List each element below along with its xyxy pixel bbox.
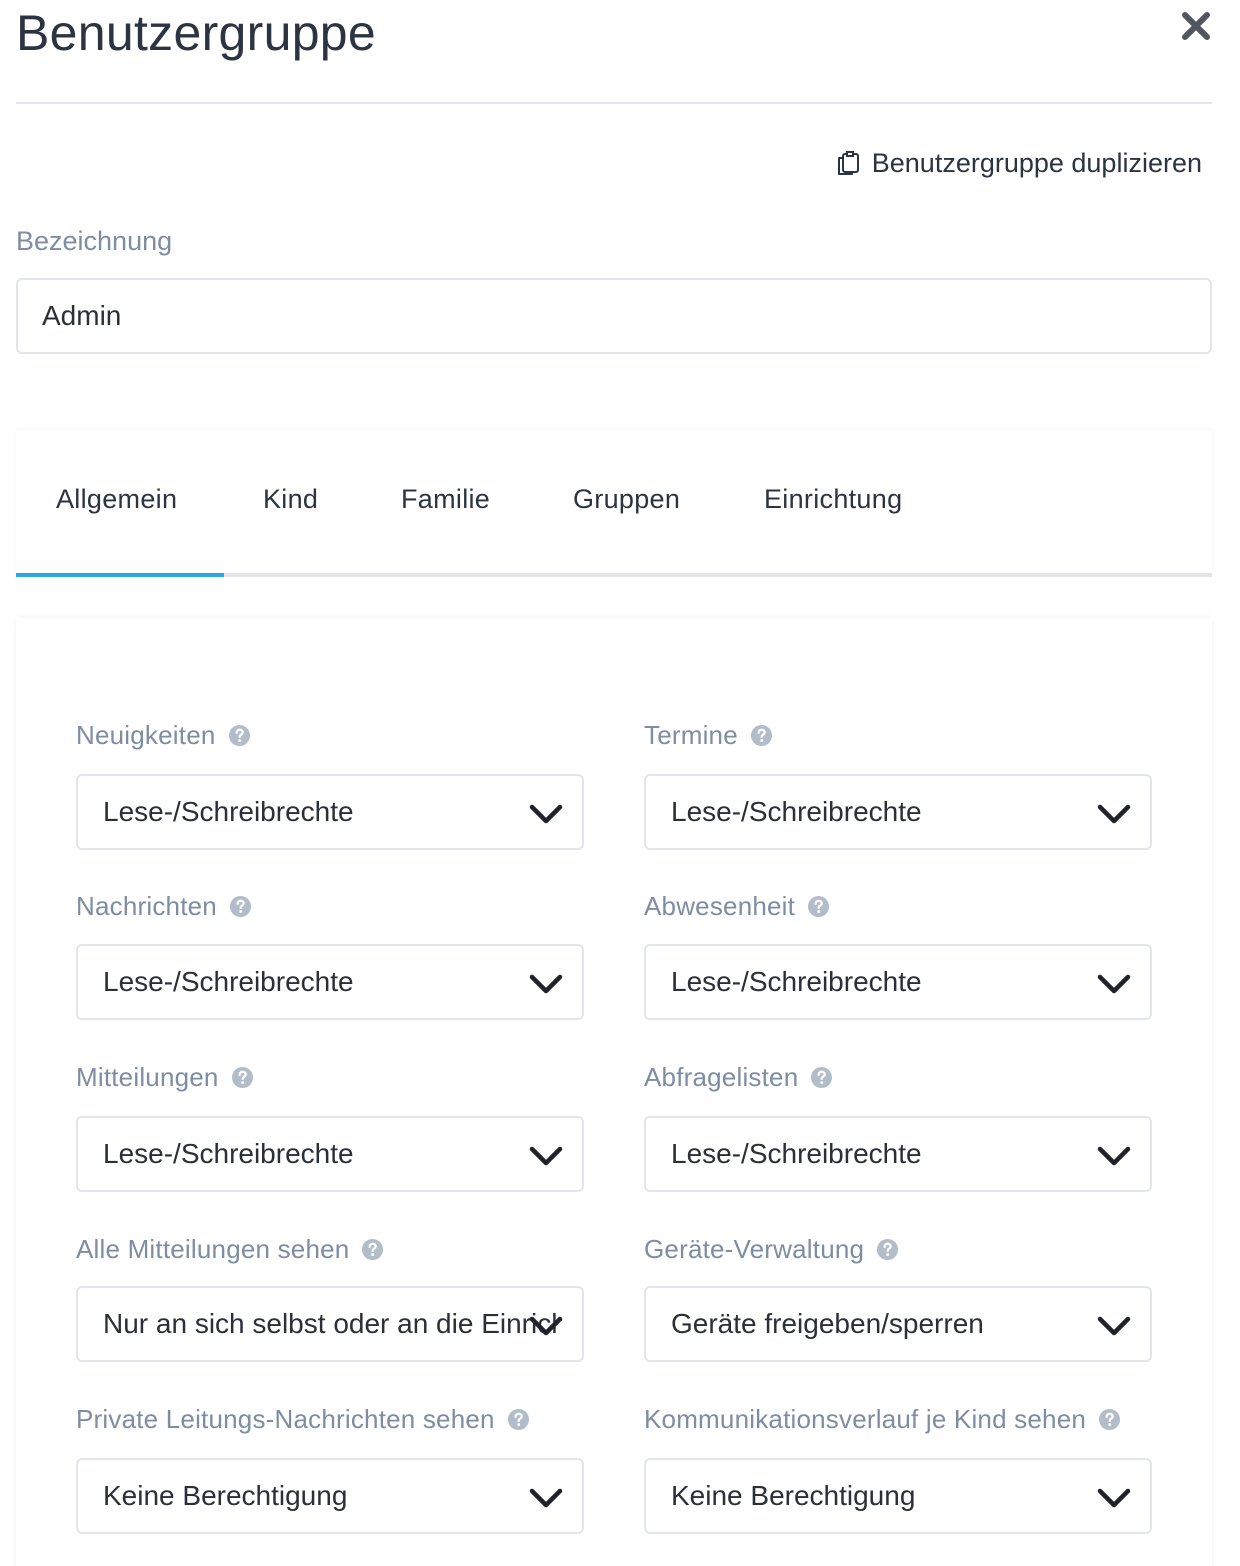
chevron-down-icon [529, 1316, 563, 1336]
permission-label-mitteilungen: Mitteilungen [76, 1062, 254, 1093]
permission-label-text: Nachrichten [76, 891, 217, 921]
permission-label-private-leitungs-nachrichten-sehen: Private Leitungs-Nachrichten sehen [76, 1404, 530, 1435]
help-icon[interactable] [750, 724, 773, 747]
permission-label-text: Mitteilungen [76, 1062, 219, 1092]
duplicate-group-button[interactable]: Benutzergruppe duplizieren [834, 146, 1202, 180]
permission-label-neuigkeiten: Neuigkeiten [76, 720, 251, 751]
permission-select-value: Nur an sich selbst oder an die Einrichtu… [103, 1308, 562, 1339]
chevron-down-icon [1097, 1316, 1131, 1336]
user-group-modal: Benutzergruppe Benutzergruppe dupliziere… [0, 0, 1240, 1566]
permission-label-termine: Termine [644, 720, 773, 751]
permission-select-neuigkeiten[interactable]: Lese-/Schreibrechte [76, 774, 584, 850]
permission-select-termine[interactable]: Lese-/Schreibrechte [644, 774, 1152, 850]
permission-label-text: Kommunikationsverlauf je Kind sehen [644, 1404, 1087, 1434]
close-button[interactable] [1180, 10, 1212, 42]
tab-kind[interactable]: Kind [263, 484, 318, 515]
help-icon[interactable] [1098, 1408, 1121, 1431]
permissions-panel: Neuigkeiten Lese-/Schreibrechte Termine Les… [16, 618, 1212, 1566]
permission-select-value: Lese-/Schreibrechte [671, 796, 922, 827]
help-icon[interactable] [507, 1408, 530, 1431]
permission-label-text: Abfragelisten [644, 1062, 799, 1092]
tab-familie[interactable]: Familie [401, 484, 490, 515]
permission-label-text: Termine [644, 720, 738, 750]
help-icon[interactable] [361, 1238, 384, 1261]
help-icon[interactable] [231, 1066, 254, 1089]
permission-select-value: Lese-/Schreibrechte [103, 1138, 354, 1169]
permission-select-nachrichten[interactable]: Lese-/Schreibrechte [76, 944, 584, 1020]
permission-select-alle-mitteilungen-sehen[interactable]: Nur an sich selbst oder an die Einrichtu… [76, 1286, 584, 1362]
modal-title: Benutzergruppe [16, 5, 377, 61]
tab-gruppen[interactable]: Gruppen [573, 484, 680, 515]
permission-select-mitteilungen[interactable]: Lese-/Schreibrechte [76, 1116, 584, 1192]
chevron-down-icon [1097, 1488, 1131, 1508]
permission-select-value: Lese-/Schreibrechte [671, 1138, 922, 1169]
permission-label-text: Neuigkeiten [76, 720, 216, 750]
permission-label-abwesenheit: Abwesenheit [644, 891, 830, 922]
permission-select-value: Lese-/Schreibrechte [103, 796, 354, 827]
permission-label-text: Alle Mitteilungen sehen [76, 1234, 350, 1264]
help-icon[interactable] [876, 1238, 899, 1261]
chevron-down-icon [1097, 804, 1131, 824]
chevron-down-icon [1097, 1146, 1131, 1166]
help-icon[interactable] [229, 895, 252, 918]
permission-label-geraete-verwaltung: Geräte-Verwaltung [644, 1234, 899, 1265]
help-icon[interactable] [807, 895, 830, 918]
permission-select-value: Keine Berechtigung [103, 1480, 348, 1511]
permission-label-alle-mitteilungen-sehen: Alle Mitteilungen sehen [76, 1234, 384, 1265]
permission-label-text: Private Leitungs-Nachrichten sehen [76, 1404, 495, 1434]
chevron-down-icon [529, 1146, 563, 1166]
permission-label-text: Geräte-Verwaltung [644, 1234, 865, 1264]
permission-select-private-leitungs-nachrichten-sehen[interactable]: Keine Berechtigung [76, 1458, 584, 1534]
chevron-down-icon [1097, 974, 1131, 994]
permission-label-text: Abwesenheit [644, 891, 796, 921]
chevron-down-icon [529, 974, 563, 994]
tab-bar: Allgemein Kind Familie Gruppen Einrichtu… [16, 430, 1212, 578]
name-input[interactable] [16, 278, 1212, 354]
permission-select-value: Keine Berechtigung [671, 1480, 916, 1511]
permission-select-value: Lese-/Schreibrechte [671, 966, 922, 997]
tab-allgemein[interactable]: Allgemein [56, 484, 177, 515]
duplicate-group-label: Benutzergruppe duplizieren [871, 147, 1202, 178]
permission-select-geraete-verwaltung[interactable]: Geräte freigeben/sperren [644, 1286, 1152, 1362]
help-icon[interactable] [810, 1066, 833, 1089]
permission-label-kommunikationsverlauf-je-kind-sehen: Kommunikationsverlauf je Kind sehen [644, 1404, 1121, 1435]
active-tab-indicator [16, 573, 224, 577]
header-divider [16, 102, 1212, 104]
permission-select-value: Lese-/Schreibrechte [103, 966, 354, 997]
permission-select-kommunikationsverlauf-je-kind-sehen[interactable]: Keine Berechtigung [644, 1458, 1152, 1534]
help-icon[interactable] [228, 724, 251, 747]
permission-label-nachrichten: Nachrichten [76, 891, 252, 922]
tab-einrichtung[interactable]: Einrichtung [764, 484, 902, 515]
permission-label-abfragelisten: Abfragelisten [644, 1062, 833, 1093]
chevron-down-icon [529, 1488, 563, 1508]
name-field-label: Bezeichnung [16, 226, 173, 256]
copy-icon [837, 151, 859, 175]
permission-select-abfragelisten[interactable]: Lese-/Schreibrechte [644, 1116, 1152, 1192]
permission-select-value: Geräte freigeben/sperren [671, 1308, 984, 1339]
close-icon [1182, 12, 1210, 40]
permission-select-abwesenheit[interactable]: Lese-/Schreibrechte [644, 944, 1152, 1020]
chevron-down-icon [529, 804, 563, 824]
